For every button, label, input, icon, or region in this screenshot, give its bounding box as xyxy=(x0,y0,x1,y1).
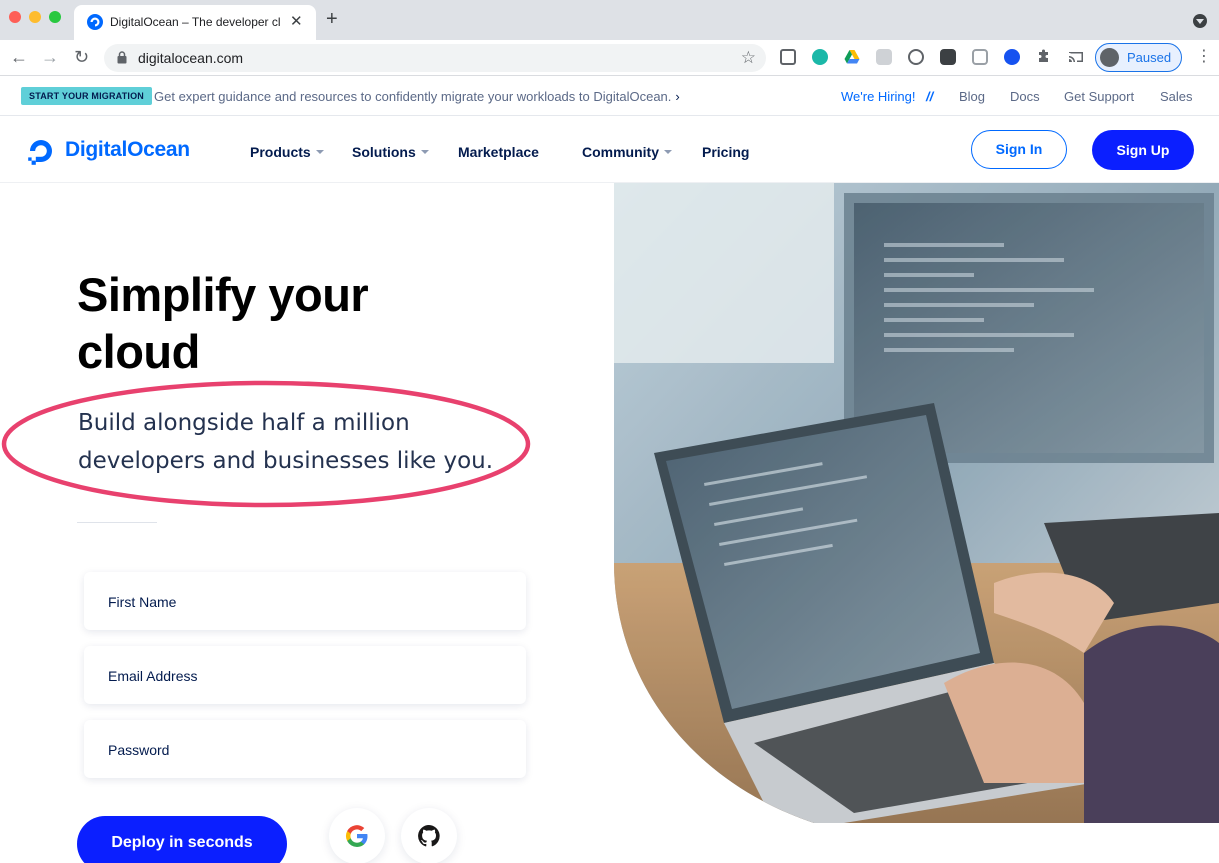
google-drive-icon[interactable] xyxy=(844,49,860,65)
new-tab-button[interactable]: + xyxy=(326,9,338,29)
avatar xyxy=(1100,48,1119,67)
hero-title: Simplify your cloud xyxy=(77,268,369,378)
browser-tab-bar: DigitalOcean – The developer cloud ✕ + xyxy=(0,0,1219,40)
nav-community-label: Community xyxy=(582,144,659,160)
puzzle-extensions-icon[interactable] xyxy=(1036,49,1052,65)
address-bar[interactable]: digitalocean.com ☆ xyxy=(104,44,766,72)
tab-search-icon[interactable] xyxy=(1193,14,1207,28)
separator: // xyxy=(926,89,934,104)
digitalocean-favicon-icon xyxy=(87,14,103,30)
first-name-placeholder: First Name xyxy=(108,594,177,610)
sales-link[interactable]: Sales xyxy=(1160,89,1193,104)
sign-up-button[interactable]: Sign Up xyxy=(1092,130,1194,170)
m-extension-icon[interactable] xyxy=(812,49,828,65)
profile-status: Paused xyxy=(1127,50,1172,65)
caret-down-icon xyxy=(664,150,672,154)
nav-pricing[interactable]: Pricing xyxy=(702,144,749,160)
nav-solutions-label: Solutions xyxy=(352,144,416,160)
reload-button[interactable]: ↻ xyxy=(74,46,89,68)
docs-link[interactable]: Docs xyxy=(1010,89,1040,104)
sign-in-button[interactable]: Sign In xyxy=(971,130,1067,169)
digitalocean-logo-icon[interactable] xyxy=(26,136,56,166)
annotation-ellipse xyxy=(1,380,531,508)
caret-down-icon xyxy=(420,150,429,154)
google-signup-button[interactable] xyxy=(329,808,385,863)
window-zoom-button[interactable] xyxy=(49,11,61,23)
google-icon xyxy=(345,825,368,847)
back-button[interactable]: ← xyxy=(10,46,28,68)
caret-down-icon xyxy=(315,150,324,154)
email-field[interactable]: Email Address xyxy=(84,646,526,704)
bookmark-star-icon[interactable]: ☆ xyxy=(741,48,756,68)
h-extension-icon[interactable] xyxy=(876,49,892,65)
blog-link[interactable]: Blog xyxy=(959,89,985,104)
cast-icon[interactable] xyxy=(1068,49,1084,65)
password-field[interactable]: Password xyxy=(84,720,526,778)
tab-title: DigitalOcean – The developer cloud xyxy=(110,15,280,29)
announcement-link[interactable]: Get expert guidance and resources to con… xyxy=(154,89,680,104)
deploy-button[interactable]: Deploy in seconds xyxy=(77,816,287,863)
url-text: digitalocean.com xyxy=(138,50,244,66)
hiring-link[interactable]: We're Hiring! xyxy=(841,89,915,104)
chevron-right-icon: › xyxy=(675,89,680,104)
browser-menu-icon[interactable]: ⋮ xyxy=(1196,48,1212,66)
nav-solutions[interactable]: Solutions xyxy=(352,144,429,160)
window-minimize-button[interactable] xyxy=(29,11,41,23)
nav-products[interactable]: Products xyxy=(250,144,324,160)
email-placeholder: Email Address xyxy=(108,668,198,684)
announcement-text: Get expert guidance and resources to con… xyxy=(154,89,672,104)
nav-products-label: Products xyxy=(250,144,311,160)
password-placeholder: Password xyxy=(108,742,170,758)
window-close-button[interactable] xyxy=(9,11,21,23)
divider xyxy=(77,522,157,523)
announcement-bar: START YOUR MIGRATION Get expert guidance… xyxy=(0,76,1219,116)
forward-button[interactable]: → xyxy=(41,46,59,68)
grid-extension-icon[interactable] xyxy=(940,49,956,65)
lock-icon xyxy=(117,51,127,64)
migration-badge[interactable]: START YOUR MIGRATION xyxy=(21,87,152,105)
main-nav: DigitalOcean Products Solutions Marketpl… xyxy=(0,116,1219,183)
github-icon xyxy=(418,825,440,847)
github-signup-button[interactable] xyxy=(401,808,457,863)
u-extension-icon[interactable] xyxy=(908,49,924,65)
tab-close-icon[interactable]: ✕ xyxy=(290,12,303,30)
browser-toolbar: ← → ↻ digitalocean.com ☆ Paused ⋮ xyxy=(0,40,1219,76)
first-name-field[interactable]: First Name xyxy=(84,572,526,630)
logo-wordmark[interactable]: DigitalOcean xyxy=(65,138,190,162)
nav-marketplace[interactable]: Marketplace xyxy=(458,144,539,160)
window-extension-icon[interactable] xyxy=(972,49,988,65)
support-link[interactable]: Get Support xyxy=(1064,89,1134,104)
hero-photo xyxy=(614,183,1219,823)
browser-tab[interactable]: DigitalOcean – The developer cloud ✕ xyxy=(74,5,316,40)
nav-community[interactable]: Community xyxy=(582,144,672,160)
pocket-extension-icon[interactable] xyxy=(780,49,796,65)
blue-extension-icon[interactable] xyxy=(1004,49,1020,65)
profile-button[interactable]: Paused xyxy=(1095,43,1182,72)
